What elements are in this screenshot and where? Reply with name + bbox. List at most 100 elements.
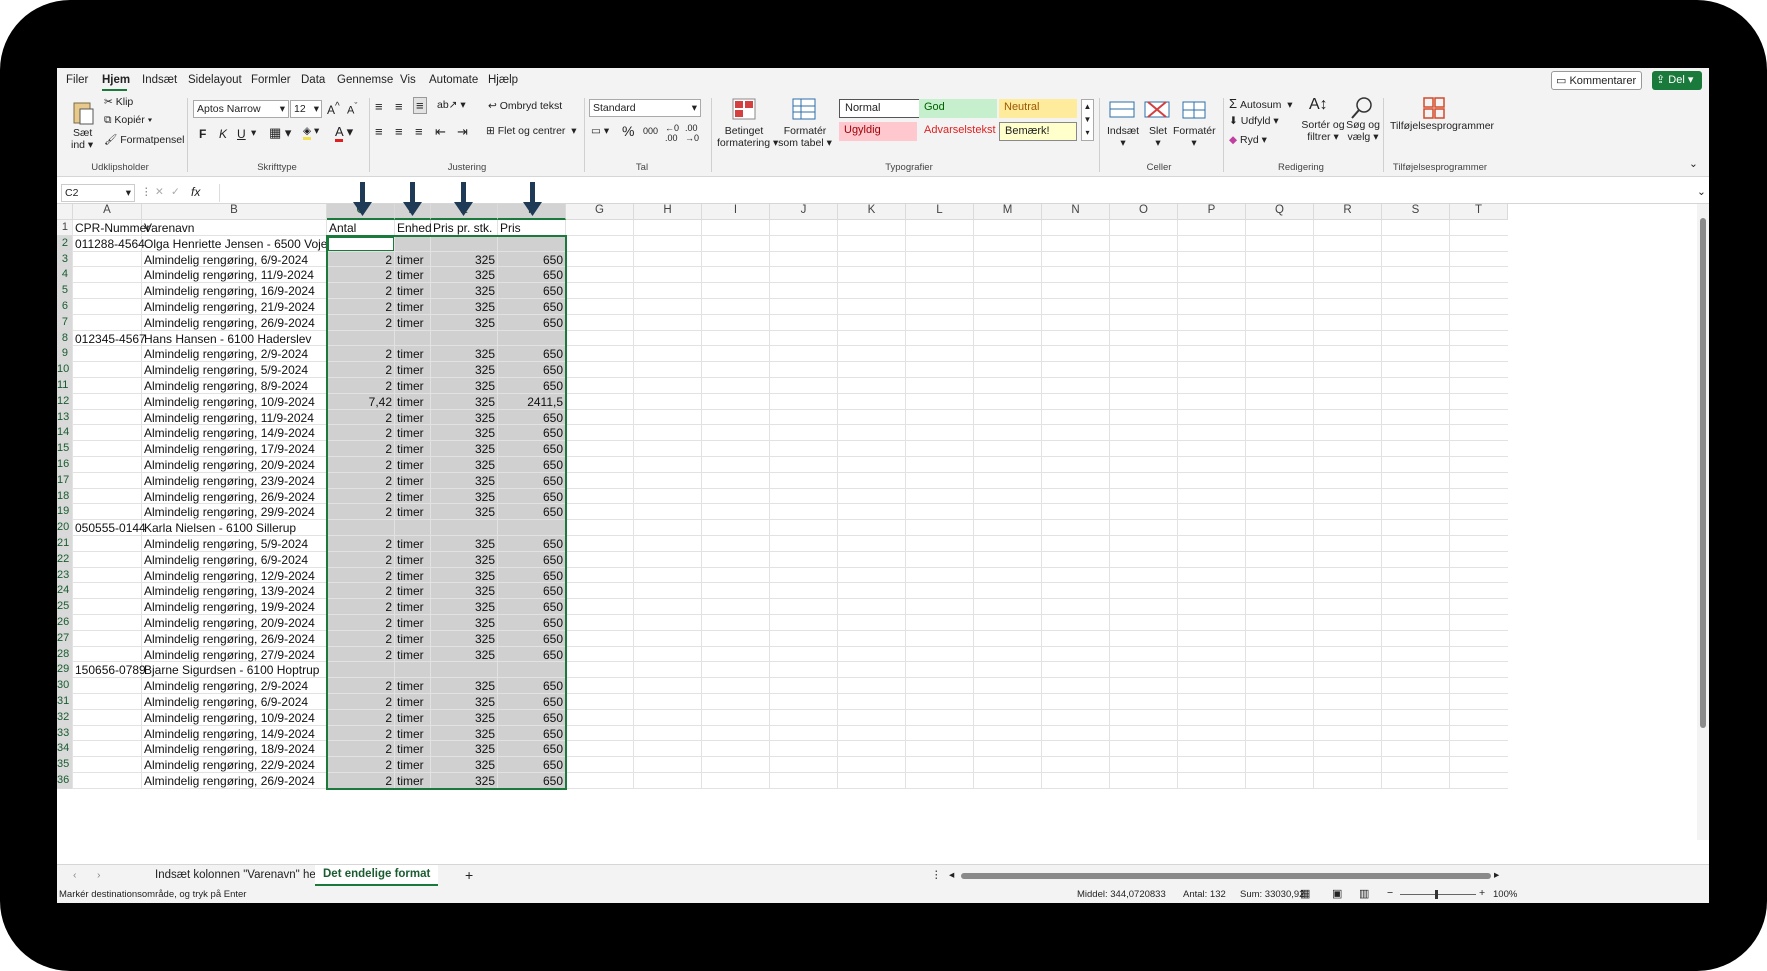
conditional-formatting-button[interactable]: Betinget formatering ▾: [717, 125, 778, 149]
row-header[interactable]: 30: [57, 678, 73, 694]
cell-b-26[interactable]: Almindelig rengøring, 20/9-2024: [144, 615, 315, 631]
underline-button[interactable]: U: [237, 127, 246, 141]
cell-b-23[interactable]: Almindelig rengøring, 12/9-2024: [144, 568, 315, 584]
tab-data[interactable]: Data: [301, 74, 325, 86]
styles-gallery-scroll[interactable]: ▲ ▼ ▾: [1081, 99, 1094, 141]
paste-button[interactable]: Sæt: [73, 127, 92, 139]
cell-b-19[interactable]: Almindelig rengøring, 29/9-2024: [144, 504, 315, 520]
cell-b-21[interactable]: Almindelig rengøring, 5/9-2024: [144, 536, 308, 552]
row-header[interactable]: 8: [57, 330, 73, 347]
row-header[interactable]: 34: [57, 741, 73, 758]
cell-a-29[interactable]: 150656-0789: [75, 662, 146, 678]
cell-b-13[interactable]: Almindelig rengøring, 11/9-2024: [144, 410, 314, 426]
decrease-decimal-button[interactable]: .00 →0: [685, 123, 699, 143]
horizontal-scroll-thumb[interactable]: [961, 873, 1491, 879]
cell-b-18[interactable]: Almindelig rengøring, 26/9-2024: [144, 489, 315, 505]
row-header[interactable]: 18: [57, 488, 73, 505]
cell-b-4[interactable]: Almindelig rengøring, 11/9-2024: [144, 267, 314, 283]
underline-dropdown[interactable]: ▾: [251, 127, 256, 139]
style-normal[interactable]: Normal: [839, 99, 929, 118]
cell-b-27[interactable]: Almindelig rengøring, 26/9-2024: [144, 631, 315, 647]
row-header[interactable]: 21: [57, 536, 73, 552]
column-header-k[interactable]: K: [838, 204, 906, 220]
page-layout-view-icon[interactable]: ▣: [1332, 887, 1342, 900]
sheet-tab-2[interactable]: Det endelige format: [315, 865, 439, 886]
cell-b-1[interactable]: Varenavn: [144, 220, 194, 236]
wrap-text-button[interactable]: ↩ Ombryd tekst: [488, 100, 562, 112]
percent-button[interactable]: %: [622, 123, 634, 139]
column-header-q[interactable]: Q: [1246, 204, 1314, 220]
cell-b-31[interactable]: Almindelig rengøring, 6/9-2024: [144, 694, 308, 710]
vertical-scrollbar[interactable]: [1697, 204, 1709, 840]
delete-cells-button[interactable]: Slet ▾: [1147, 125, 1169, 149]
row-header[interactable]: 19: [57, 504, 73, 521]
cut-button[interactable]: ✂ Klip: [104, 96, 133, 108]
decrease-indent-button[interactable]: ⇤: [435, 124, 446, 140]
tab-hjem[interactable]: Hjem: [102, 74, 130, 86]
comments-button[interactable]: ▭ Kommentarer: [1551, 71, 1642, 90]
row-header[interactable]: 7: [57, 314, 73, 331]
row-header[interactable]: 32: [57, 709, 73, 726]
cancel-icon[interactable]: ✕: [155, 186, 164, 198]
cell-e-1[interactable]: Pris pr. stk.: [433, 220, 492, 236]
share-button[interactable]: ⇪ Del ▾: [1652, 71, 1702, 90]
copy-button[interactable]: ⧉ Kopiér ▾: [104, 114, 152, 127]
zoom-in-button[interactable]: +: [1479, 887, 1485, 899]
row-header[interactable]: 29: [57, 662, 73, 679]
row-header[interactable]: 28: [57, 646, 73, 663]
row-header[interactable]: 5: [57, 283, 73, 299]
cell-b-8[interactable]: Hans Hansen - 6100 Haderslev: [144, 331, 311, 347]
style-note[interactable]: Bemærk!: [999, 122, 1077, 141]
sort-filter-button[interactable]: Sortér og filtrer ▾: [1301, 119, 1345, 143]
row-header[interactable]: 6: [57, 299, 73, 315]
font-size-select[interactable]: 12 ▾: [290, 100, 322, 118]
normal-view-icon[interactable]: ▦: [1300, 887, 1310, 900]
font-color-button[interactable]: A ▾: [335, 124, 353, 142]
row-header[interactable]: 9: [57, 346, 73, 363]
select-all-button[interactable]: [57, 204, 73, 220]
borders-button[interactable]: ▦ ▾: [269, 125, 291, 141]
orientation-button[interactable]: ab↗ ▾: [437, 99, 466, 111]
row-header[interactable]: 35: [57, 757, 73, 773]
column-header-p[interactable]: P: [1178, 204, 1246, 220]
merge-center-button[interactable]: ⊞ Flet og centrer ▾: [486, 125, 577, 137]
row-header[interactable]: 16: [57, 457, 73, 473]
increase-decimal-button[interactable]: ←0.00: [665, 123, 679, 143]
cell-c-1[interactable]: Antal: [329, 220, 356, 236]
cell-a-2[interactable]: 011288-4564: [75, 236, 145, 252]
format-cells-button[interactable]: Formatér ▾: [1173, 125, 1216, 149]
column-header-m[interactable]: M: [974, 204, 1042, 220]
autosum-button[interactable]: Σ Autosum ▾: [1229, 96, 1293, 111]
cell-b-5[interactable]: Almindelig rengøring, 16/9-2024: [144, 283, 315, 299]
row-header[interactable]: 4: [57, 267, 73, 284]
add-ins-button[interactable]: Tilføjelsesprogrammer: [1390, 120, 1494, 132]
zoom-level[interactable]: 100%: [1493, 889, 1517, 900]
row-header[interactable]: 11: [57, 378, 73, 394]
scroll-right-icon[interactable]: ▸: [1494, 869, 1499, 881]
row-header[interactable]: 36: [57, 773, 73, 789]
style-good[interactable]: God: [919, 99, 997, 118]
tab-vis[interactable]: Vis: [400, 74, 416, 86]
cell-b-10[interactable]: Almindelig rengøring, 5/9-2024: [144, 362, 308, 378]
column-header-s[interactable]: S: [1382, 204, 1450, 220]
row-header[interactable]: 12: [57, 393, 73, 410]
cell-b-22[interactable]: Almindelig rengøring, 6/9-2024: [144, 552, 308, 568]
style-neutral[interactable]: Neutral: [999, 99, 1077, 118]
row-header[interactable]: 10: [57, 362, 73, 378]
cell-b-35[interactable]: Almindelig rengøring, 22/9-2024: [144, 757, 315, 773]
cell-b-6[interactable]: Almindelig rengøring, 21/9-2024: [144, 299, 315, 315]
cell-b-30[interactable]: Almindelig rengøring, 2/9-2024: [144, 678, 308, 694]
zoom-slider[interactable]: [1400, 894, 1476, 895]
font-name-select[interactable]: Aptos Narrow ▾: [193, 100, 289, 118]
cell-b-34[interactable]: Almindelig rengøring, 18/9-2024: [144, 741, 315, 757]
format-painter-button[interactable]: 🖌 Formatpensel: [104, 133, 184, 146]
tab-formler[interactable]: Formler: [251, 74, 291, 86]
cell-a-8[interactable]: 012345-4567: [75, 331, 146, 347]
active-cell[interactable]: [328, 236, 394, 251]
style-bad[interactable]: Ugyldig: [839, 122, 917, 141]
cell-b-2[interactable]: Olga Henriette Jensen - 6500 Vojens: [144, 236, 340, 252]
row-header[interactable]: 1: [57, 220, 73, 236]
fill-button[interactable]: ⬇ Udfyld ▾: [1229, 115, 1279, 127]
align-top-button[interactable]: ≡: [375, 99, 383, 114]
insert-function-button[interactable]: fx: [191, 185, 200, 199]
